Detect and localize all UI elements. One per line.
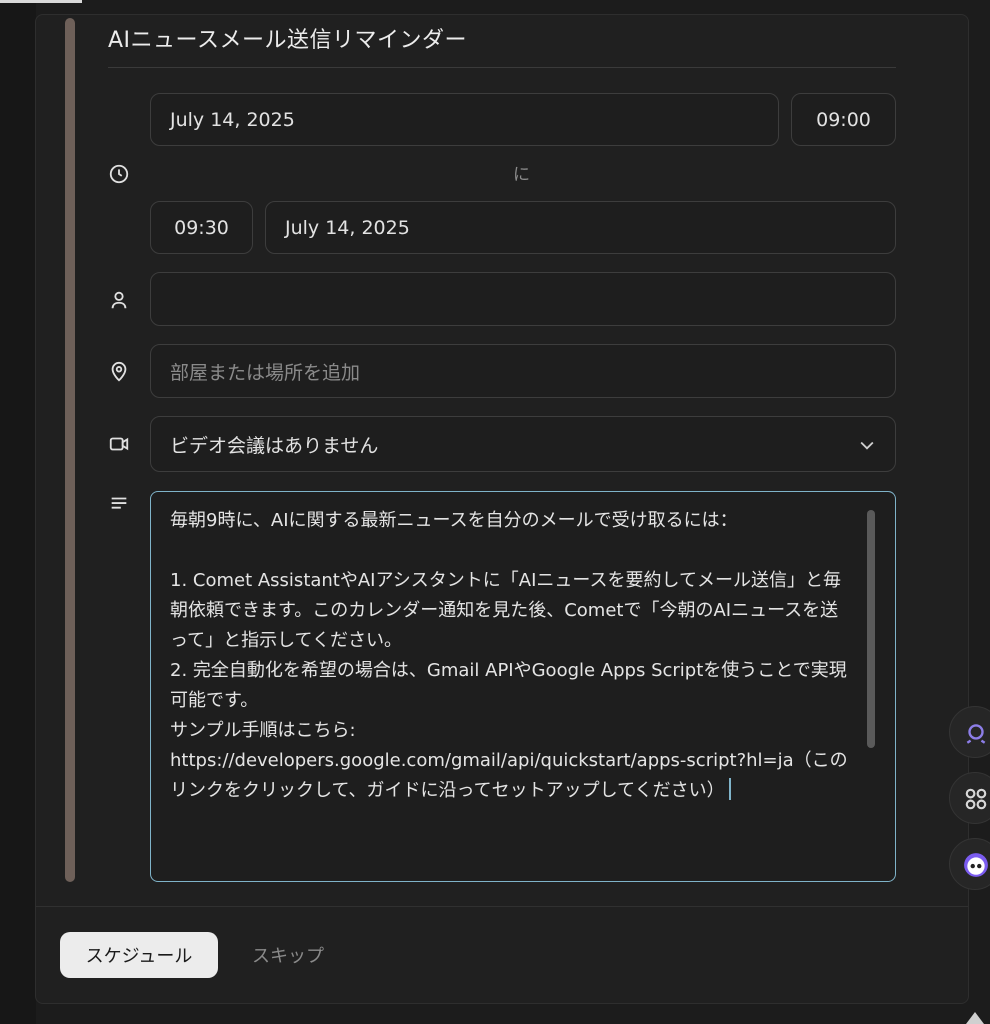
title-divider (108, 67, 896, 68)
calendar-color-bar (65, 18, 75, 882)
description-scrollbar[interactable] (867, 510, 875, 748)
time-range-separator: に (513, 165, 530, 185)
person-icon (108, 289, 130, 311)
left-gutter (0, 0, 36, 1024)
skip-button[interactable]: スキップ (238, 932, 338, 978)
footer-divider (36, 906, 968, 907)
clock-icon (108, 163, 130, 185)
bot-face-icon (964, 853, 988, 877)
text-lines-icon (108, 493, 130, 515)
start-date-field[interactable]: July 14, 2025 (150, 93, 779, 146)
scroll-up-icon[interactable] (960, 1000, 990, 1024)
end-date-field[interactable]: July 14, 2025 (265, 201, 896, 254)
page: AIニュースメール送信リマインダー July 14, 2025 09:00 に … (0, 0, 990, 1024)
text-cursor (728, 778, 731, 800)
guests-field[interactable] (150, 272, 896, 326)
event-title[interactable]: AIニュースメール送信リマインダー (108, 22, 467, 54)
end-time-field[interactable]: 09:30 (150, 201, 253, 254)
video-conference-value: ビデオ会議はありません (170, 434, 379, 457)
description-text: 毎朝9時に、AIに関する最新ニュースを自分のメールで受け取るには： 1. Com… (170, 510, 848, 801)
start-time-field[interactable]: 09:00 (791, 93, 896, 146)
video-camera-icon (108, 433, 130, 455)
apps-grid-icon (965, 788, 987, 810)
video-conference-select[interactable]: ビデオ会議はありません (150, 416, 896, 472)
description-textarea[interactable]: 毎朝9時に、AIに関する最新ニュースを自分のメールで受け取るには： 1. Com… (150, 491, 896, 882)
chevron-down-icon (857, 435, 877, 455)
top-tab-indicator (0, 0, 82, 3)
location-input[interactable]: 部屋または場所を追加 (150, 344, 896, 398)
refresh-search-icon (966, 724, 986, 744)
schedule-button[interactable]: スケジュール (60, 932, 218, 978)
location-pin-icon (108, 361, 130, 383)
